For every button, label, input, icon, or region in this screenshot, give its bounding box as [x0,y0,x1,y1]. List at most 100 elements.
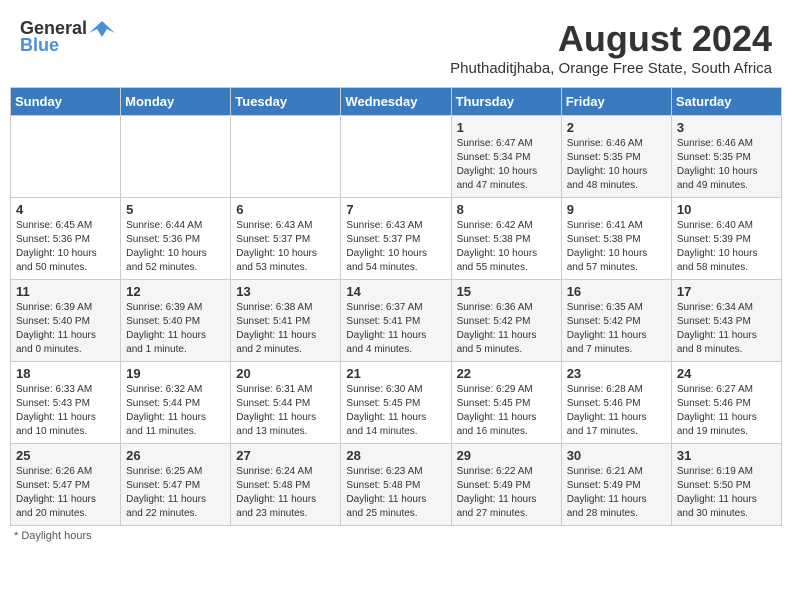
calendar-header-row: SundayMondayTuesdayWednesdayThursdayFrid… [11,88,782,116]
calendar-cell: 23 Sunrise: 6:28 AM Sunset: 5:46 PM Dayli… [561,362,671,444]
day-number: 5 [126,202,225,217]
calendar-cell [341,116,451,198]
calendar-header-thursday: Thursday [451,88,561,116]
day-info: Sunrise: 6:35 AM Sunset: 5:42 PM Dayligh… [567,301,666,357]
calendar-cell: 19 Sunrise: 6:32 AM Sunset: 5:44 PM Dayli… [121,362,231,444]
day-number: 27 [236,448,335,463]
calendar-cell: 8 Sunrise: 6:42 AM Sunset: 5:38 PM Daylig… [451,198,561,280]
day-info: Sunrise: 6:46 AM Sunset: 5:35 PM Dayligh… [677,137,776,193]
day-number: 8 [457,202,556,217]
day-info: Sunrise: 6:42 AM Sunset: 5:38 PM Dayligh… [457,219,556,275]
day-number: 29 [457,448,556,463]
logo-bird-icon [89,19,115,39]
day-info: Sunrise: 6:32 AM Sunset: 5:44 PM Dayligh… [126,383,225,439]
calendar-header-friday: Friday [561,88,671,116]
calendar-cell [121,116,231,198]
calendar-cell: 22Sunrise: 6:29 AM Sunset: 5:45 PM Dayli… [451,362,561,444]
day-number: 18 [16,366,115,381]
day-number: 1 [457,120,556,135]
day-info: Sunrise: 6:24 AM Sunset: 5:48 PM Dayligh… [236,465,335,521]
calendar-cell: 21 Sunrise: 6:30 AM Sunset: 5:45 PM Dayli… [341,362,451,444]
day-number: 17 [677,284,776,299]
calendar-cell: 6 Sunrise: 6:43 AM Sunset: 5:37 PM Daylig… [231,198,341,280]
day-info: Sunrise: 6:23 AM Sunset: 5:48 PM Dayligh… [346,465,445,521]
calendar-cell: 15 Sunrise: 6:36 AM Sunset: 5:42 PM Dayli… [451,280,561,362]
day-number: 30 [567,448,666,463]
logo: General Blue [20,18,115,56]
day-number: 24 [677,366,776,381]
day-number: 15 [457,284,556,299]
day-info: Sunrise: 6:30 AM Sunset: 5:45 PM Dayligh… [346,383,445,439]
calendar-header-wednesday: Wednesday [341,88,451,116]
calendar-cell: 2Sunrise: 6:46 AM Sunset: 5:35 PM Daylig… [561,116,671,198]
day-info: Sunrise: 6:19 AM Sunset: 5:50 PM Dayligh… [677,465,776,521]
calendar-cell: 28Sunrise: 6:23 AM Sunset: 5:48 PM Dayli… [341,444,451,526]
day-number: 10 [677,202,776,217]
day-info: Sunrise: 6:31 AM Sunset: 5:44 PM Dayligh… [236,383,335,439]
day-info: Sunrise: 6:34 AM Sunset: 5:43 PM Dayligh… [677,301,776,357]
day-number: 6 [236,202,335,217]
calendar-week-row: 11Sunrise: 6:39 AM Sunset: 5:40 PM Dayli… [11,280,782,362]
calendar-cell: 4 Sunrise: 6:45 AM Sunset: 5:36 PM Daylig… [11,198,121,280]
calendar-cell: 11Sunrise: 6:39 AM Sunset: 5:40 PM Dayli… [11,280,121,362]
calendar-cell: 17 Sunrise: 6:34 AM Sunset: 5:43 PM Dayli… [671,280,781,362]
day-info: Sunrise: 6:43 AM Sunset: 5:37 PM Dayligh… [346,219,445,275]
calendar-week-row: 25Sunrise: 6:26 AM Sunset: 5:47 PM Dayli… [11,444,782,526]
day-info: Sunrise: 6:45 AM Sunset: 5:36 PM Dayligh… [16,219,115,275]
day-number: 3 [677,120,776,135]
day-number: 31 [677,448,776,463]
calendar-cell: 26 Sunrise: 6:25 AM Sunset: 5:47 PM Dayli… [121,444,231,526]
day-info: Sunrise: 6:25 AM Sunset: 5:47 PM Dayligh… [126,465,225,521]
day-info: Sunrise: 6:47 AM Sunset: 5:34 PM Dayligh… [457,137,556,193]
day-info: Sunrise: 6:40 AM Sunset: 5:39 PM Dayligh… [677,219,776,275]
page-subtitle: Phuthaditjhaba, Orange Free State, South… [450,60,772,77]
calendar-cell: 31 Sunrise: 6:19 AM Sunset: 5:50 PM Dayli… [671,444,781,526]
calendar-cell: 16 Sunrise: 6:35 AM Sunset: 5:42 PM Dayli… [561,280,671,362]
calendar-cell: 3 Sunrise: 6:46 AM Sunset: 5:35 PM Daylig… [671,116,781,198]
logo-blue-text: Blue [20,35,59,56]
footer-note: * Daylight hours [10,530,782,542]
day-number: 4 [16,202,115,217]
day-number: 11 [16,284,115,299]
calendar-cell: 14Sunrise: 6:37 AM Sunset: 5:41 PM Dayli… [341,280,451,362]
day-info: Sunrise: 6:37 AM Sunset: 5:41 PM Dayligh… [346,301,445,357]
day-number: 16 [567,284,666,299]
day-number: 21 [346,366,445,381]
day-info: Sunrise: 6:44 AM Sunset: 5:36 PM Dayligh… [126,219,225,275]
calendar-cell: 9 Sunrise: 6:41 AM Sunset: 5:38 PM Daylig… [561,198,671,280]
day-info: Sunrise: 6:33 AM Sunset: 5:43 PM Dayligh… [16,383,115,439]
day-info: Sunrise: 6:36 AM Sunset: 5:42 PM Dayligh… [457,301,556,357]
calendar-header-sunday: Sunday [11,88,121,116]
calendar-cell: 18 Sunrise: 6:33 AM Sunset: 5:43 PM Dayli… [11,362,121,444]
day-info: Sunrise: 6:41 AM Sunset: 5:38 PM Dayligh… [567,219,666,275]
calendar-cell: 5 Sunrise: 6:44 AM Sunset: 5:36 PM Daylig… [121,198,231,280]
day-info: Sunrise: 6:46 AM Sunset: 5:35 PM Dayligh… [567,137,666,193]
calendar-cell [231,116,341,198]
calendar-cell: 7 Sunrise: 6:43 AM Sunset: 5:37 PM Daylig… [341,198,451,280]
header: General Blue August 2024 Phuthaditjhaba,… [10,10,782,81]
day-info: Sunrise: 6:43 AM Sunset: 5:37 PM Dayligh… [236,219,335,275]
day-info: Sunrise: 6:38 AM Sunset: 5:41 PM Dayligh… [236,301,335,357]
calendar-header-tuesday: Tuesday [231,88,341,116]
day-number: 12 [126,284,225,299]
calendar-cell: 29Sunrise: 6:22 AM Sunset: 5:49 PM Dayli… [451,444,561,526]
day-number: 26 [126,448,225,463]
calendar-cell: 20Sunrise: 6:31 AM Sunset: 5:44 PM Dayli… [231,362,341,444]
calendar-week-row: 18 Sunrise: 6:33 AM Sunset: 5:43 PM Dayli… [11,362,782,444]
calendar-cell: 1 Sunrise: 6:47 AM Sunset: 5:34 PM Daylig… [451,116,561,198]
calendar-week-row: 4 Sunrise: 6:45 AM Sunset: 5:36 PM Daylig… [11,198,782,280]
day-number: 19 [126,366,225,381]
day-number: 9 [567,202,666,217]
day-number: 23 [567,366,666,381]
calendar-table: SundayMondayTuesdayWednesdayThursdayFrid… [10,87,782,526]
calendar-cell: 27 Sunrise: 6:24 AM Sunset: 5:48 PM Dayli… [231,444,341,526]
day-info: Sunrise: 6:21 AM Sunset: 5:49 PM Dayligh… [567,465,666,521]
calendar-week-row: 1 Sunrise: 6:47 AM Sunset: 5:34 PM Daylig… [11,116,782,198]
calendar-cell [11,116,121,198]
day-number: 7 [346,202,445,217]
calendar-header-monday: Monday [121,88,231,116]
calendar-cell: 30 Sunrise: 6:21 AM Sunset: 5:49 PM Dayli… [561,444,671,526]
calendar-cell: 24Sunrise: 6:27 AM Sunset: 5:46 PM Dayli… [671,362,781,444]
day-info: Sunrise: 6:28 AM Sunset: 5:46 PM Dayligh… [567,383,666,439]
page-title: August 2024 [450,18,772,60]
